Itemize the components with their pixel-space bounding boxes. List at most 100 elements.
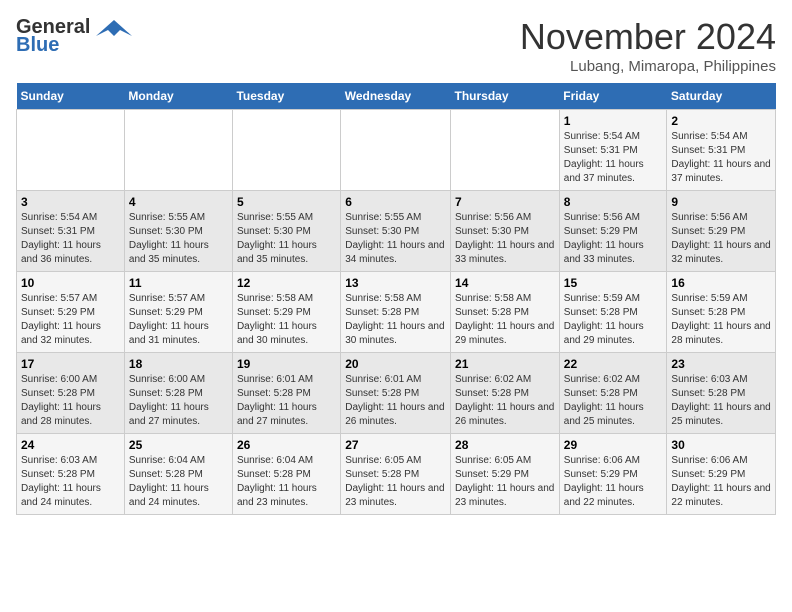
column-header-thursday: Thursday: [451, 83, 560, 110]
day-info: Sunrise: 6:05 AMSunset: 5:28 PMDaylight:…: [345, 454, 446, 510]
day-info: Sunrise: 6:00 AMSunset: 5:28 PMDaylight:…: [129, 373, 228, 429]
day-info: Sunrise: 5:56 AMSunset: 5:30 PMDaylight:…: [455, 211, 555, 267]
day-number: 5: [237, 195, 336, 209]
day-info: Sunrise: 6:04 AMSunset: 5:28 PMDaylight:…: [129, 454, 228, 510]
day-number: 29: [564, 438, 663, 452]
day-cell: 28 Sunrise: 6:05 AMSunset: 5:29 PMDayligh…: [451, 434, 560, 515]
day-info: Sunrise: 5:57 AMSunset: 5:29 PMDaylight:…: [129, 292, 228, 348]
day-cell: 16 Sunrise: 5:59 AMSunset: 5:28 PMDayligh…: [667, 272, 776, 353]
day-number: 28: [455, 438, 555, 452]
day-number: 17: [21, 357, 120, 371]
day-cell: 11 Sunrise: 5:57 AMSunset: 5:29 PMDayligh…: [124, 272, 232, 353]
day-info: Sunrise: 6:01 AMSunset: 5:28 PMDaylight:…: [237, 373, 336, 429]
day-cell: 12 Sunrise: 5:58 AMSunset: 5:29 PMDayligh…: [232, 272, 340, 353]
logo-bird-icon: [96, 18, 132, 38]
title-block: November 2024 Lubang, Mimaropa, Philippi…: [520, 16, 776, 75]
day-cell: 17 Sunrise: 6:00 AMSunset: 5:28 PMDayligh…: [17, 353, 125, 434]
day-info: Sunrise: 5:58 AMSunset: 5:28 PMDaylight:…: [345, 292, 446, 348]
day-cell: [17, 110, 125, 191]
day-info: Sunrise: 5:54 AMSunset: 5:31 PMDaylight:…: [564, 130, 663, 186]
day-cell: 14 Sunrise: 5:58 AMSunset: 5:28 PMDayligh…: [451, 272, 560, 353]
calendar-header-row: SundayMondayTuesdayWednesdayThursdayFrid…: [17, 83, 776, 110]
day-info: Sunrise: 5:58 AMSunset: 5:29 PMDaylight:…: [237, 292, 336, 348]
day-info: Sunrise: 5:55 AMSunset: 5:30 PMDaylight:…: [345, 211, 446, 267]
day-info: Sunrise: 6:02 AMSunset: 5:28 PMDaylight:…: [455, 373, 555, 429]
day-cell: 13Sunrise: 5:58 AMSunset: 5:28 PMDayligh…: [341, 272, 451, 353]
week-row-1: 1 Sunrise: 5:54 AMSunset: 5:31 PMDaylight…: [17, 110, 776, 191]
day-cell: 30 Sunrise: 6:06 AMSunset: 5:29 PMDayligh…: [667, 434, 776, 515]
day-cell: 9 Sunrise: 5:56 AMSunset: 5:29 PMDaylight…: [667, 191, 776, 272]
day-number: 30: [671, 438, 771, 452]
day-number: 21: [455, 357, 555, 371]
day-number: 20: [345, 357, 446, 371]
week-row-5: 24Sunrise: 6:03 AMSunset: 5:28 PMDayligh…: [17, 434, 776, 515]
day-cell: 8Sunrise: 5:56 AMSunset: 5:29 PMDaylight…: [559, 191, 667, 272]
day-info: Sunrise: 6:06 AMSunset: 5:29 PMDaylight:…: [671, 454, 771, 510]
day-number: 18: [129, 357, 228, 371]
day-info: Sunrise: 6:03 AMSunset: 5:28 PMDaylight:…: [21, 454, 120, 510]
day-number: 8: [564, 195, 663, 209]
day-number: 11: [129, 276, 228, 290]
day-info: Sunrise: 6:00 AMSunset: 5:28 PMDaylight:…: [21, 373, 120, 429]
day-cell: 3 Sunrise: 5:54 AMSunset: 5:31 PMDaylight…: [17, 191, 125, 272]
day-cell: 21 Sunrise: 6:02 AMSunset: 5:28 PMDayligh…: [451, 353, 560, 434]
day-number: 10: [21, 276, 120, 290]
day-cell: 22Sunrise: 6:02 AMSunset: 5:28 PMDayligh…: [559, 353, 667, 434]
calendar-table: SundayMondayTuesdayWednesdayThursdayFrid…: [16, 83, 776, 515]
column-header-sunday: Sunday: [17, 83, 125, 110]
location: Lubang, Mimaropa, Philippines: [520, 58, 776, 75]
column-header-wednesday: Wednesday: [341, 83, 451, 110]
day-number: 25: [129, 438, 228, 452]
day-number: 26: [237, 438, 336, 452]
day-cell: 20 Sunrise: 6:01 AMSunset: 5:28 PMDayligh…: [341, 353, 451, 434]
day-info: Sunrise: 5:54 AMSunset: 5:31 PMDaylight:…: [671, 130, 771, 186]
day-number: 3: [21, 195, 120, 209]
week-row-3: 10 Sunrise: 5:57 AMSunset: 5:29 PMDayligh…: [17, 272, 776, 353]
day-number: 12: [237, 276, 336, 290]
day-cell: 10 Sunrise: 5:57 AMSunset: 5:29 PMDayligh…: [17, 272, 125, 353]
day-number: 1: [564, 114, 663, 128]
column-header-saturday: Saturday: [667, 83, 776, 110]
week-row-2: 3 Sunrise: 5:54 AMSunset: 5:31 PMDaylight…: [17, 191, 776, 272]
day-number: 14: [455, 276, 555, 290]
day-number: 4: [129, 195, 228, 209]
day-number: 19: [237, 357, 336, 371]
day-info: Sunrise: 5:59 AMSunset: 5:28 PMDaylight:…: [671, 292, 771, 348]
day-number: 22: [564, 357, 663, 371]
calendar-body: 1 Sunrise: 5:54 AMSunset: 5:31 PMDaylight…: [17, 110, 776, 515]
day-cell: [341, 110, 451, 191]
day-cell: 6Sunrise: 5:55 AMSunset: 5:30 PMDaylight…: [341, 191, 451, 272]
day-info: Sunrise: 5:56 AMSunset: 5:29 PMDaylight:…: [671, 211, 771, 267]
day-info: Sunrise: 6:06 AMSunset: 5:29 PMDaylight:…: [564, 454, 663, 510]
day-cell: 7 Sunrise: 5:56 AMSunset: 5:30 PMDaylight…: [451, 191, 560, 272]
day-number: 23: [671, 357, 771, 371]
day-info: Sunrise: 5:54 AMSunset: 5:31 PMDaylight:…: [21, 211, 120, 267]
day-cell: 2 Sunrise: 5:54 AMSunset: 5:31 PMDaylight…: [667, 110, 776, 191]
day-cell: 26Sunrise: 6:04 AMSunset: 5:28 PMDayligh…: [232, 434, 340, 515]
day-cell: [124, 110, 232, 191]
day-number: 9: [671, 195, 771, 209]
day-cell: 19 Sunrise: 6:01 AMSunset: 5:28 PMDayligh…: [232, 353, 340, 434]
day-cell: 23 Sunrise: 6:03 AMSunset: 5:28 PMDayligh…: [667, 353, 776, 434]
week-row-4: 17 Sunrise: 6:00 AMSunset: 5:28 PMDayligh…: [17, 353, 776, 434]
day-info: Sunrise: 5:57 AMSunset: 5:29 PMDaylight:…: [21, 292, 120, 348]
day-info: Sunrise: 6:01 AMSunset: 5:28 PMDaylight:…: [345, 373, 446, 429]
day-number: 7: [455, 195, 555, 209]
day-info: Sunrise: 5:59 AMSunset: 5:28 PMDaylight:…: [564, 292, 663, 348]
day-info: Sunrise: 6:05 AMSunset: 5:29 PMDaylight:…: [455, 454, 555, 510]
day-cell: 29 Sunrise: 6:06 AMSunset: 5:29 PMDayligh…: [559, 434, 667, 515]
day-cell: 27 Sunrise: 6:05 AMSunset: 5:28 PMDayligh…: [341, 434, 451, 515]
day-info: Sunrise: 5:55 AMSunset: 5:30 PMDaylight:…: [237, 211, 336, 267]
day-cell: 25 Sunrise: 6:04 AMSunset: 5:28 PMDayligh…: [124, 434, 232, 515]
day-info: Sunrise: 5:55 AMSunset: 5:30 PMDaylight:…: [129, 211, 228, 267]
day-number: 16: [671, 276, 771, 290]
day-info: Sunrise: 5:58 AMSunset: 5:28 PMDaylight:…: [455, 292, 555, 348]
day-number: 27: [345, 438, 446, 452]
day-info: Sunrise: 6:03 AMSunset: 5:28 PMDaylight:…: [671, 373, 771, 429]
logo-blue: Blue: [16, 34, 59, 57]
day-cell: 4 Sunrise: 5:55 AMSunset: 5:30 PMDaylight…: [124, 191, 232, 272]
logo: General Blue: [16, 16, 132, 57]
column-header-tuesday: Tuesday: [232, 83, 340, 110]
day-number: 2: [671, 114, 771, 128]
day-cell: 5 Sunrise: 5:55 AMSunset: 5:30 PMDaylight…: [232, 191, 340, 272]
